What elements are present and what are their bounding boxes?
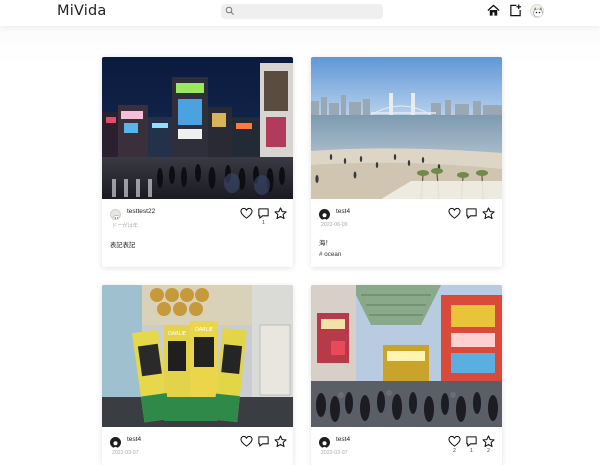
post-card[interactable]: test4 2022-03-07 2 1 2 [311,285,502,465]
top-navbar: MiVida [0,0,600,26]
comment-icon[interactable] [257,435,270,448]
comment-count: 1 [470,448,473,454]
like-heart-icon[interactable] [240,207,253,220]
user-avatar[interactable] [110,209,121,220]
post-username[interactable]: test4 [336,436,350,443]
comment-icon[interactable] [465,207,478,220]
post-username[interactable]: test4 [336,208,350,215]
post-caption: 海！ [319,240,332,247]
comment-icon[interactable] [257,207,270,220]
add-post-icon[interactable] [509,4,522,17]
star-icon[interactable] [274,207,287,220]
like-heart-icon[interactable] [240,435,253,448]
post-actions: 1 [240,207,293,229]
home-icon[interactable] [487,4,500,17]
star-icon[interactable] [274,435,287,448]
post-photo[interactable] [311,285,502,427]
post-photo[interactable] [102,57,293,199]
post-tag[interactable]: # ocean [319,251,341,258]
post-date: 2022-03-07 [112,450,139,456]
svg-text:DARLIE: DARLIE [195,327,213,333]
app-logo[interactable]: MiVida [57,3,106,19]
post-actions [448,207,502,229]
search-icon [225,6,234,15]
star-icon[interactable] [482,207,495,220]
user-avatar[interactable] [319,209,330,220]
post-username[interactable]: testtest22 [127,208,155,215]
profile-avatar[interactable] [530,4,544,18]
post-photo[interactable]: DARLIE DARLIE [102,285,293,427]
search-input[interactable] [237,4,379,19]
star-icon[interactable] [482,435,495,448]
post-actions [240,435,293,457]
page-background [0,26,600,456]
like-count: 2 [453,448,456,454]
post-card[interactable]: DARLIE DARLIE test4 2022-03-07 [102,285,293,465]
bookmark-count: 2 [487,448,490,454]
post-caption: 表記表記 [110,242,136,249]
post-card[interactable]: testtest22 ドーがは年 1 表記表記 [102,57,293,267]
post-date: ドーがは年 [112,223,138,229]
post-date: 2022-03-07 [321,450,348,456]
search-bar[interactable] [221,4,383,19]
post-photo[interactable] [311,57,502,199]
svg-text:DARLIE: DARLIE [168,331,186,337]
like-heart-icon[interactable] [448,435,461,448]
post-card[interactable]: test4 2022-06-09 海！ # ocean [311,57,502,267]
post-username[interactable]: test4 [127,436,141,443]
like-heart-icon[interactable] [448,207,461,220]
user-avatar[interactable] [110,437,121,448]
post-date: 2022-06-09 [321,222,348,228]
comment-count: 1 [262,220,265,226]
comment-icon[interactable] [465,435,478,448]
post-actions: 2 1 2 [448,435,502,457]
user-avatar[interactable] [319,437,330,448]
